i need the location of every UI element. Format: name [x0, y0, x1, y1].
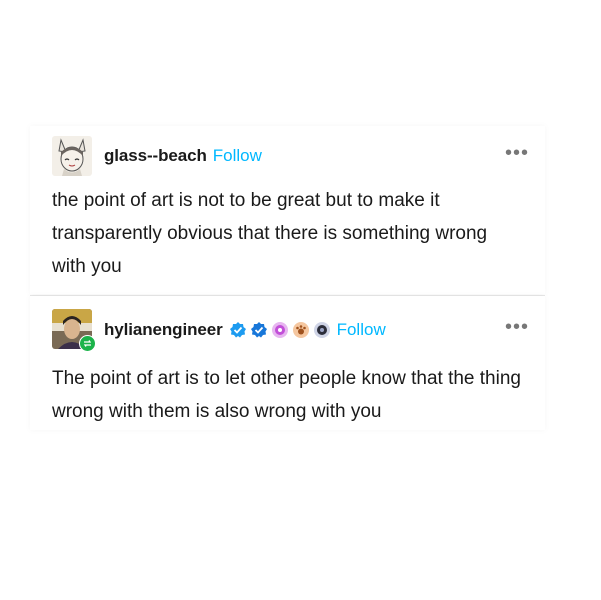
anime-fox-avatar-icon [52, 136, 92, 176]
verified-badge-icon[interactable] [229, 321, 247, 339]
post-card-1: glass--beach Follow ••• the point of art… [30, 126, 545, 294]
more-options-icon[interactable]: ••• [505, 143, 529, 164]
orange-paw-badge-icon[interactable] [292, 321, 310, 339]
more-options-icon[interactable]: ••• [505, 317, 529, 338]
avatar-wrapper [52, 309, 96, 352]
post-header-1: glass--beach Follow ••• [52, 136, 529, 176]
post-header-2: hylianengineer Follow ••• [52, 309, 529, 352]
avatar-glass-beach[interactable] [52, 136, 92, 176]
verified-badge-icon[interactable] [250, 321, 268, 339]
reblog-icon [79, 335, 96, 352]
pink-badge-icon[interactable] [271, 321, 289, 339]
username[interactable]: hylianengineer [104, 320, 223, 340]
post-text: the point of art is not to be great but … [52, 190, 488, 277]
badge-group [226, 321, 331, 339]
screenshot-page: glass--beach Follow ••• the point of art… [0, 0, 601, 600]
username[interactable]: glass--beach [104, 146, 207, 166]
post-text: The point of art is to let other people … [52, 368, 521, 422]
dark-badge-icon[interactable] [313, 321, 331, 339]
post-card-2: hylianengineer Follow ••• The point of a… [30, 296, 545, 430]
follow-button[interactable]: Follow [213, 146, 262, 166]
follow-button[interactable]: Follow [337, 320, 386, 340]
